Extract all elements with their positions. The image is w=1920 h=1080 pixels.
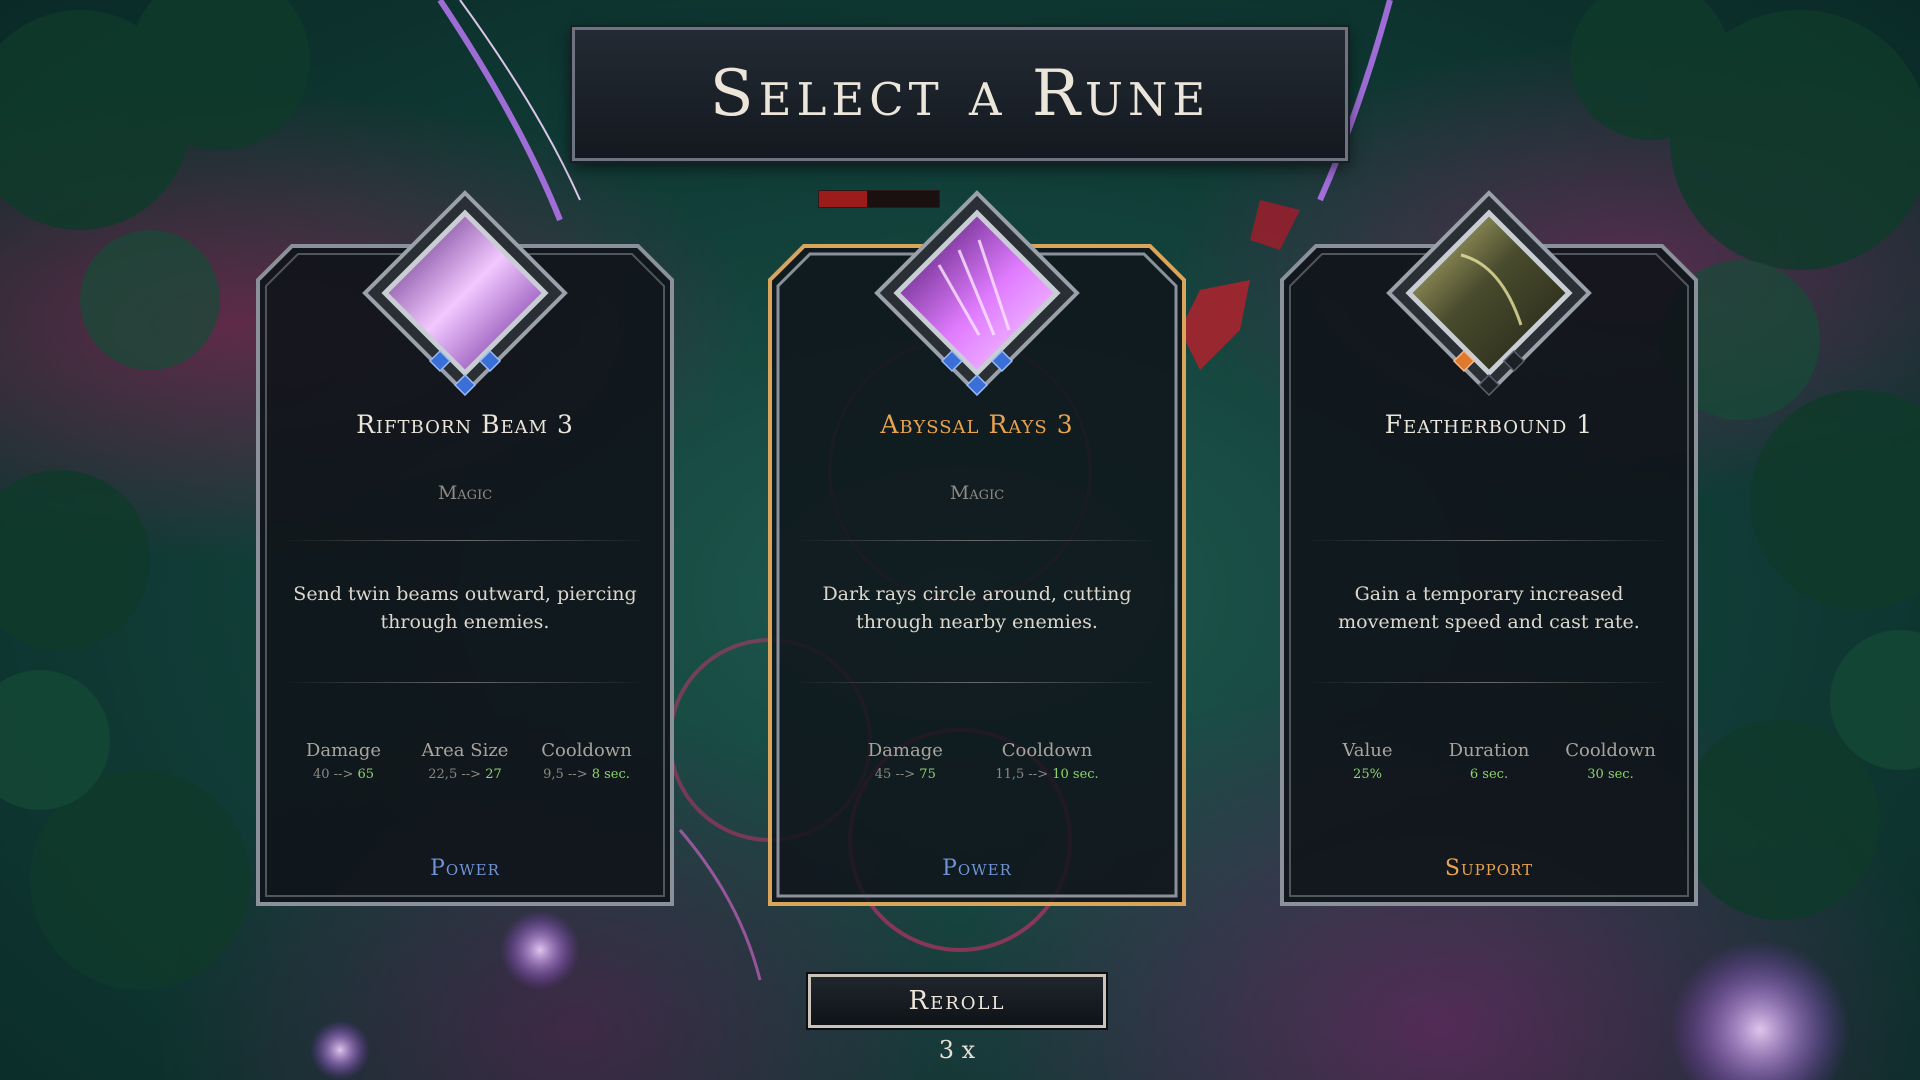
rune-card-featherbound[interactable]: Featherbound 1 Gain a temporary increase…: [1276, 190, 1702, 910]
stat-new-value: 65: [357, 767, 375, 782]
rune-type: Magic: [437, 482, 493, 504]
gem-empty: [1477, 373, 1501, 397]
rune-description: Dark rays circle around, cutting through…: [822, 583, 1132, 633]
stat-cooldown: Cooldown 30 sec.: [1561, 740, 1661, 782]
stat-new-value: 8 sec.: [591, 767, 630, 782]
stat-label: Area Size: [421, 740, 509, 761]
divider: [282, 540, 648, 541]
stat-duration: Duration 6 sec.: [1439, 740, 1539, 782]
rune-stats: Value 25% Duration 6 sec. Cooldown 30 se…: [1296, 740, 1682, 782]
rune-category: Power: [942, 856, 1012, 881]
rune-card-abyssal-rays[interactable]: Abyssal Rays 3 Magic Dark rays circle ar…: [764, 190, 1190, 910]
stat-arrow: -->: [461, 767, 482, 782]
gem-empty: [1502, 349, 1526, 373]
gem-blue: [428, 349, 452, 373]
page-title: Select a Rune: [709, 57, 1211, 131]
stat-label: Cooldown: [1001, 740, 1093, 761]
upgrade-gems: [940, 349, 1014, 397]
stat-new-value: 27: [485, 767, 502, 782]
stat-cooldown: Cooldown 11,5 --> 10 sec.: [995, 740, 1098, 782]
rune-category: Support: [1444, 856, 1534, 881]
gem-blue: [965, 373, 989, 397]
divider: [282, 682, 648, 683]
gem-orange: [1452, 349, 1476, 373]
gem-blue: [453, 373, 477, 397]
stat-old-value: 45: [874, 767, 892, 782]
rune-stats: Damage 45 --> 75 Cooldown 11,5 --> 10 se…: [784, 740, 1170, 782]
divider: [1306, 540, 1672, 541]
gem-blue: [478, 349, 502, 373]
divider: [1306, 682, 1672, 683]
stat-new-value: 75: [919, 767, 936, 782]
stat-arrow: -->: [1028, 767, 1049, 782]
stat-label: Duration: [1448, 740, 1530, 761]
upgrade-gems: [1452, 349, 1526, 397]
stat-old-value: 40: [312, 767, 330, 782]
gem-blue: [940, 349, 964, 373]
stat-label: Damage: [867, 740, 943, 761]
reroll-label: Reroll: [908, 986, 1006, 1016]
stat-label: Value: [1342, 740, 1393, 761]
divider: [794, 682, 1160, 683]
reroll-button[interactable]: Reroll: [808, 974, 1106, 1028]
player-health-fill: [819, 191, 867, 207]
rune-type: Magic: [949, 482, 1005, 504]
stat-label: Cooldown: [541, 740, 632, 761]
stat-old-value: 11,5: [995, 767, 1025, 782]
stat-label: Cooldown: [1565, 740, 1656, 761]
stat-damage: Damage 45 --> 75: [855, 740, 955, 782]
stat-new-value: 10 sec.: [1052, 767, 1099, 782]
stat-old-value: 9,5: [543, 767, 564, 782]
stat-new-value: 30 sec.: [1587, 767, 1634, 782]
rune-name: Riftborn Beam 3: [356, 410, 574, 439]
stat-old-value: 22,5: [428, 767, 458, 782]
title-banner: Select a Rune: [572, 27, 1348, 161]
rune-name: Featherbound 1: [1384, 410, 1594, 439]
reroll-count: 3 x: [938, 1036, 976, 1064]
stat-cooldown: Cooldown 9,5 --> 8 sec.: [537, 740, 637, 782]
rune-card-riftborn-beam[interactable]: Riftborn Beam 3 Magic Send twin beams ou…: [252, 190, 678, 910]
gem-blue: [990, 349, 1014, 373]
upgrade-gems: [428, 349, 502, 397]
stat-area-size: Area Size 22,5 --> 27: [415, 740, 515, 782]
stat-damage: Damage 40 --> 65: [294, 740, 394, 782]
rune-description: Send twin beams outward, piercing throug…: [293, 583, 637, 633]
stat-new-value: 25%: [1353, 767, 1382, 782]
rune-name: Abyssal Rays 3: [880, 410, 1074, 439]
rune-category: Power: [430, 856, 500, 881]
rune-description: Gain a temporary increased movement spee…: [1338, 583, 1640, 633]
stat-new-value: 6 sec.: [1469, 767, 1509, 782]
stat-arrow: -->: [895, 767, 916, 782]
stat-arrow: -->: [333, 767, 354, 782]
stat-value: Value 25%: [1318, 740, 1418, 782]
stat-arrow: -->: [567, 767, 588, 782]
rune-stats: Damage 40 --> 65 Area Size 22,5 --> 27 C…: [272, 740, 658, 782]
stat-label: Damage: [305, 740, 382, 761]
divider: [794, 540, 1160, 541]
